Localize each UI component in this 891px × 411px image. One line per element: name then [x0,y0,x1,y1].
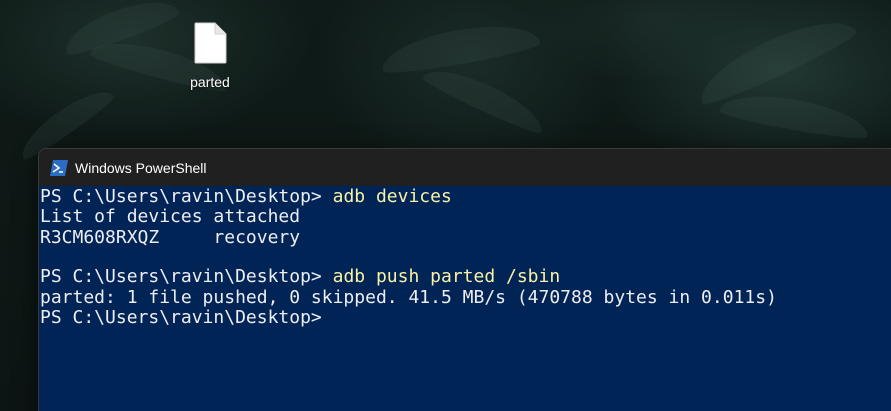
console-line: PS C:\Users\ravin\Desktop> adb push part… [40,266,560,287]
console-line: List of devices attached [40,206,300,227]
desktop-file-label: parted [190,74,230,90]
file-icon [194,22,227,64]
console-output-text: R3CM608RXQZ recovery [40,227,301,248]
powershell-icon [50,159,68,176]
console-output[interactable]: PS C:\Users\ravin\Desktop> adb devices L… [39,186,891,411]
console-line: PS C:\Users\ravin\Desktop> adb devices [40,186,452,207]
console-prompt: PS C:\Users\ravin\Desktop> [40,186,333,207]
fern-leaf-decoration [420,58,550,138]
console-line: R3CM608RXQZ recovery [40,227,300,248]
desktop-file-parted[interactable]: parted [176,22,244,96]
fern-leaf-decoration [378,16,542,78]
console-command: adb push parted /sbin [332,266,561,287]
fern-leaf-decoration [690,5,860,111]
desktop-background: parted Windows PowerShell PS C:\Users\ra… [0,0,891,411]
console-prompt: PS C:\Users\ravin\Desktop> [40,266,333,287]
console-prompt: PS C:\Users\ravin\Desktop> [40,307,322,328]
console-line: PS C:\Users\ravin\Desktop> [40,307,322,328]
powershell-window[interactable]: Windows PowerShell PS C:\Users\ravin\Des… [38,148,891,411]
console-output-text: parted: 1 file pushed, 0 skipped. 41.5 M… [40,287,777,308]
fern-leaf-decoration [718,87,872,143]
console-line: parted: 1 file pushed, 0 skipped. 41.5 M… [40,287,777,308]
console-command: adb devices [332,186,452,207]
window-title: Windows PowerShell [75,159,207,176]
console-output-text: List of devices attached [40,206,301,227]
window-titlebar[interactable]: Windows PowerShell [39,149,891,186]
